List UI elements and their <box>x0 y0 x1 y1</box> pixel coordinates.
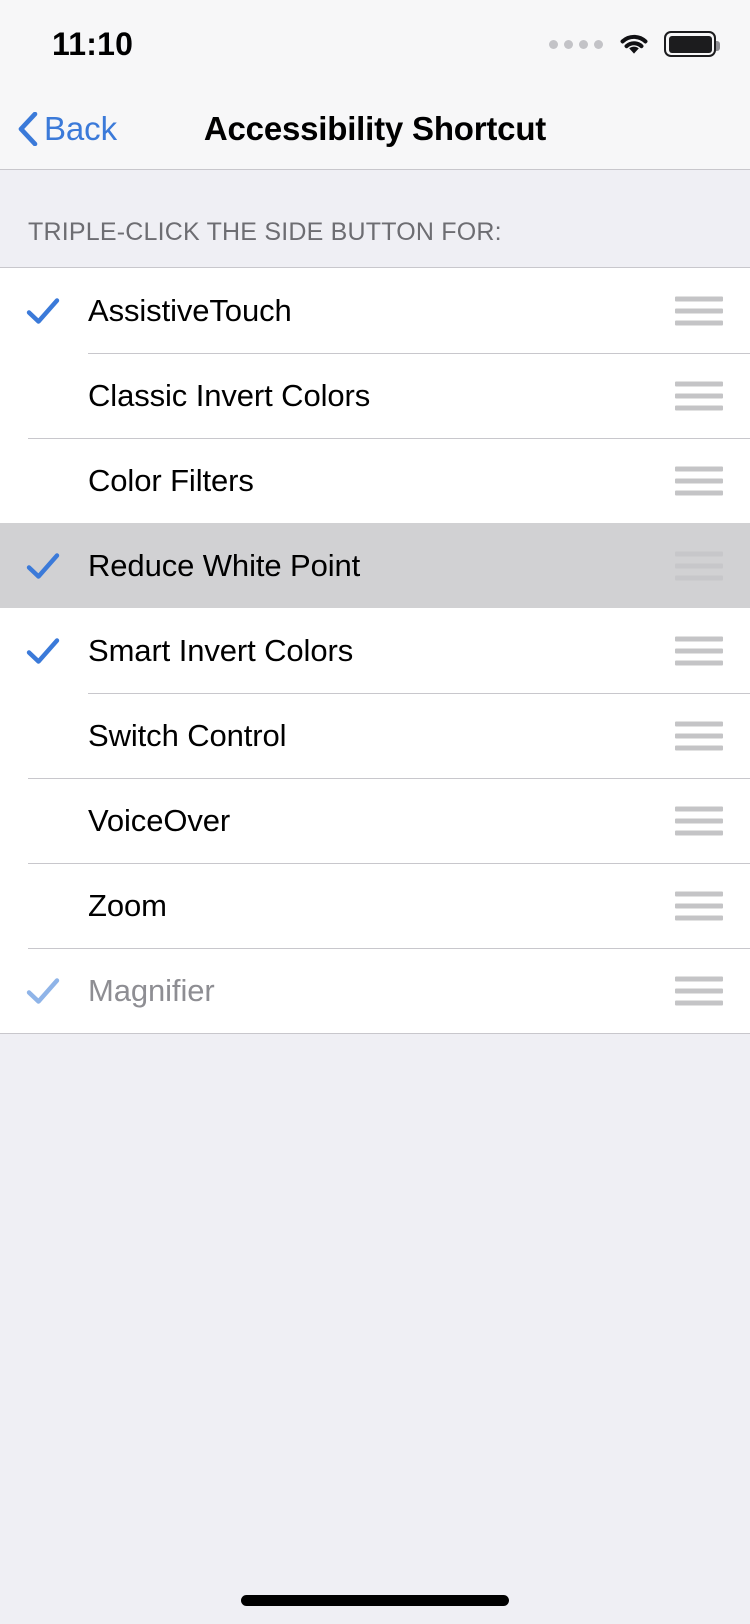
list-item-label: Reduce White Point <box>88 547 361 583</box>
checkmark-icon <box>24 547 62 585</box>
list-item-label: AssistiveTouch <box>88 292 292 328</box>
list-item[interactable]: Switch Control <box>0 693 750 778</box>
checkmark-icon <box>24 292 62 330</box>
list-item[interactable]: VoiceOver <box>0 778 750 863</box>
reorder-handle-icon[interactable] <box>675 296 723 325</box>
list-item-label: Color Filters <box>88 462 254 498</box>
reorder-handle-icon[interactable] <box>675 976 723 1005</box>
list-item-label: Smart Invert Colors <box>88 632 354 668</box>
list-item[interactable]: Reduce White Point <box>0 523 750 608</box>
list-item: Magnifier <box>0 948 750 1033</box>
chevron-left-icon <box>18 111 38 146</box>
list-item[interactable]: AssistiveTouch <box>0 268 750 353</box>
back-button[interactable]: Back <box>18 88 117 169</box>
list-item-label: Magnifier <box>88 972 215 1008</box>
navigation-bar: Accessibility Shortcut Back <box>0 88 750 170</box>
cellular-signal-icon <box>549 39 603 49</box>
status-bar-time: 11:10 <box>52 26 134 62</box>
reorder-handle-icon[interactable] <box>675 636 723 665</box>
row-separator <box>28 863 750 864</box>
status-bar: 11:10 <box>0 0 750 88</box>
checkmark-icon <box>24 972 62 1010</box>
reorder-handle-icon[interactable] <box>675 806 723 835</box>
section-header: TRIPLE-CLICK THE SIDE BUTTON FOR: <box>0 170 750 267</box>
checkmark-icon <box>24 632 62 670</box>
row-separator <box>88 693 750 694</box>
wifi-icon <box>617 31 651 57</box>
list-item[interactable]: Smart Invert Colors <box>0 608 750 693</box>
row-separator <box>88 353 750 354</box>
row-separator <box>28 438 750 439</box>
list-item[interactable]: Color Filters <box>0 438 750 523</box>
reorder-handle-icon[interactable] <box>675 381 723 410</box>
row-separator <box>28 778 750 779</box>
list-item-label: VoiceOver <box>88 802 231 838</box>
list-item[interactable]: Zoom <box>0 863 750 948</box>
shortcut-options-list: AssistiveTouch Classic Invert Colors Color… <box>0 267 750 1034</box>
accessibility-shortcut-screen: 11:10 Accessibility Shortcut Back TRIPLE… <box>0 0 750 1624</box>
row-separator <box>28 948 750 949</box>
home-indicator[interactable] <box>241 1595 509 1606</box>
list-item-label: Switch Control <box>88 717 287 753</box>
reorder-handle-icon[interactable] <box>675 721 723 750</box>
status-bar-indicators <box>549 26 720 62</box>
list-item-label: Classic Invert Colors <box>88 377 371 413</box>
reorder-handle-icon[interactable] <box>675 551 723 580</box>
reorder-handle-icon[interactable] <box>675 891 723 920</box>
battery-full-icon <box>664 31 720 57</box>
reorder-handle-icon[interactable] <box>675 466 723 495</box>
list-item[interactable]: Classic Invert Colors <box>0 353 750 438</box>
back-button-label: Back <box>44 109 117 147</box>
list-item-label: Zoom <box>88 887 167 923</box>
